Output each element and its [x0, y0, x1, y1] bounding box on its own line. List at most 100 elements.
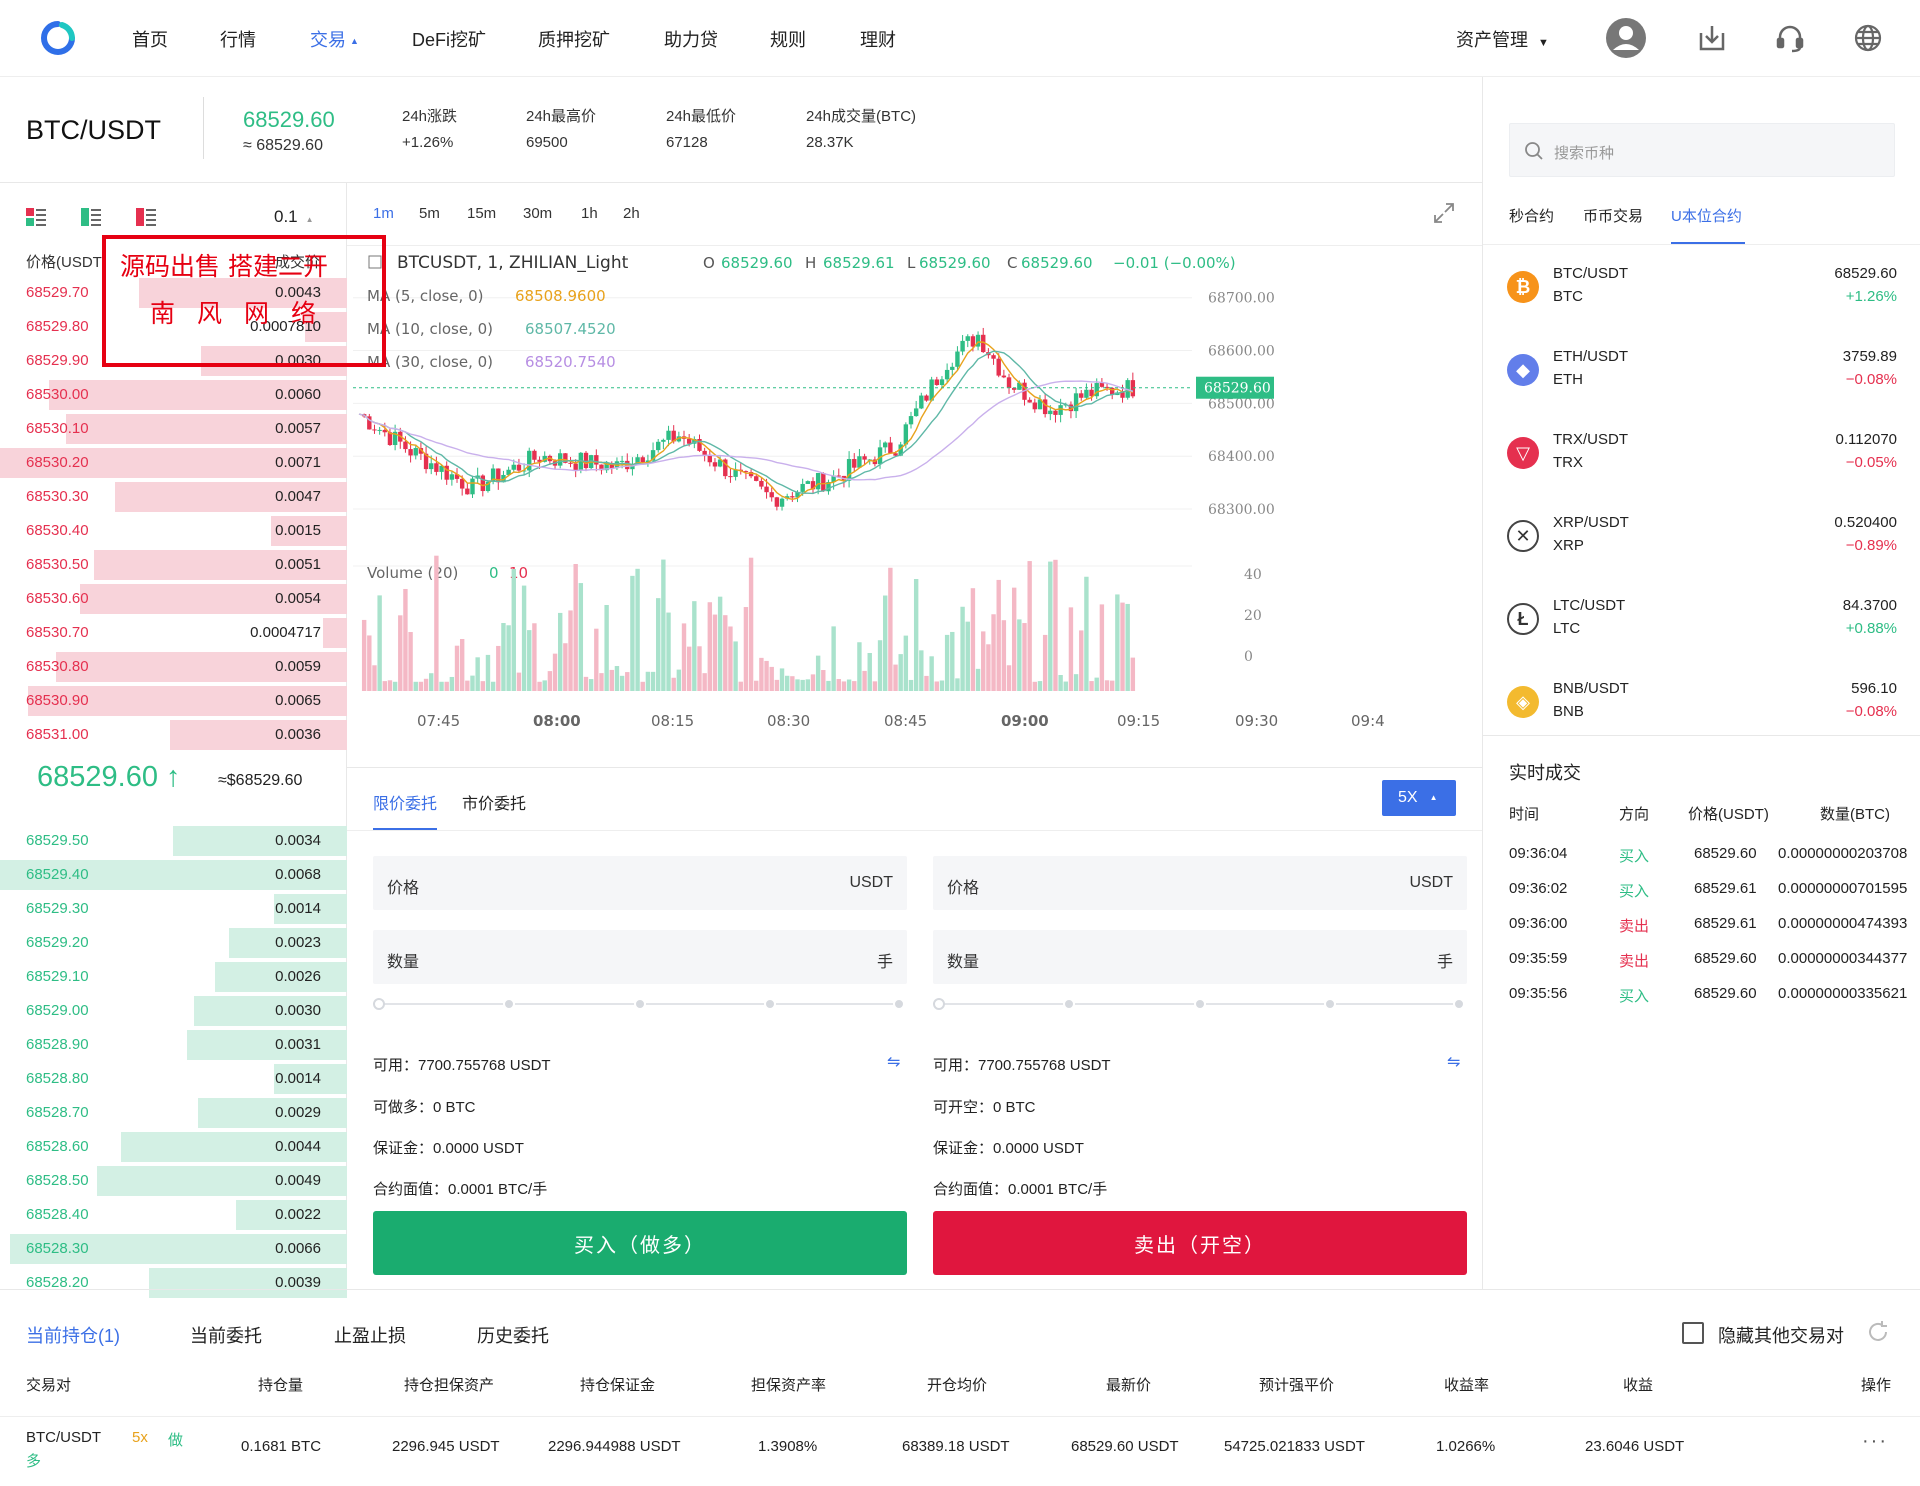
- download-icon[interactable]: [1692, 18, 1732, 58]
- book-asks-icon[interactable]: [136, 207, 156, 232]
- pair-title[interactable]: BTC/USDT: [26, 115, 161, 146]
- book-bids-icon[interactable]: [81, 207, 101, 232]
- bid-row[interactable]: 68529.40 0.0068: [0, 857, 347, 891]
- candle-body: [955, 351, 960, 367]
- market-row[interactable]: Ł LTC/USDT LTC 84.3700 +0.88%: [1483, 577, 1920, 660]
- bid-row[interactable]: 68528.40 0.0022: [0, 1197, 347, 1231]
- ask-row[interactable]: 68530.00 0.0060: [0, 377, 347, 411]
- ask-row[interactable]: 68530.10 0.0057: [0, 411, 347, 445]
- candle-body: [594, 455, 599, 465]
- bid-row[interactable]: 68528.70 0.0029: [0, 1095, 347, 1129]
- tab-usdt-futures[interactable]: U本位合约: [1671, 205, 1742, 226]
- more-actions-icon[interactable]: ···: [1862, 1430, 1888, 1453]
- ask-row[interactable]: 68530.90 0.0065: [0, 683, 347, 717]
- market-row[interactable]: ◈ BNB/USDT BNB 596.10 −0.08%: [1483, 660, 1920, 735]
- bid-row[interactable]: 68528.80 0.0014: [0, 1061, 347, 1095]
- market-row[interactable]: ₿ BTC/USDT BTC 68529.60 +1.26%: [1483, 245, 1920, 328]
- ask-row[interactable]: 68530.50 0.0051: [0, 547, 347, 581]
- slider-step[interactable]: [1063, 998, 1075, 1010]
- field-label: 价格: [947, 880, 980, 897]
- timeframe-1m[interactable]: 1m: [373, 205, 394, 222]
- transfer-icon[interactable]: ⇋: [887, 1052, 900, 1072]
- globe-icon[interactable]: [1848, 18, 1888, 58]
- buy-amount-slider[interactable]: [373, 997, 905, 1011]
- bid-row[interactable]: 68528.50 0.0049: [0, 1163, 347, 1197]
- volume-bar: [888, 567, 893, 691]
- bid-row[interactable]: 68529.20 0.0023: [0, 925, 347, 959]
- nav-defi[interactable]: DeFi挖矿: [412, 26, 486, 52]
- bid-row[interactable]: 68528.60 0.0044: [0, 1129, 347, 1163]
- tab-positions[interactable]: 当前持仓(1): [26, 1322, 120, 1348]
- nav-market[interactable]: 行情: [220, 26, 256, 52]
- buy-price-input[interactable]: 价格 USDT: [373, 856, 907, 910]
- bid-row[interactable]: 68529.30 0.0014: [0, 891, 347, 925]
- tab-open-orders[interactable]: 当前委托: [190, 1322, 262, 1348]
- market-search-input[interactable]: 搜索币种: [1509, 123, 1895, 177]
- slider-step[interactable]: [764, 998, 776, 1010]
- asset-menu[interactable]: 资产管理 ▼: [1456, 26, 1549, 52]
- timeframe-2h[interactable]: 2h: [623, 205, 640, 222]
- hide-pairs-checkbox[interactable]: [1682, 1322, 1704, 1344]
- transfer-icon[interactable]: ⇋: [1447, 1052, 1460, 1072]
- sell-price-input[interactable]: 价格 USDT: [933, 856, 1467, 910]
- bid-row[interactable]: 68529.00 0.0030: [0, 993, 347, 1027]
- slider-step[interactable]: [1324, 998, 1336, 1010]
- bid-row[interactable]: 68528.30 0.0066: [0, 1231, 347, 1265]
- nav-finance[interactable]: 理财: [860, 26, 896, 52]
- refresh-icon[interactable]: [1866, 1320, 1890, 1349]
- nav-loan[interactable]: 助力贷: [664, 26, 718, 52]
- nav-trade[interactable]: 交易 ▲: [310, 26, 359, 52]
- headset-icon[interactable]: [1770, 18, 1810, 58]
- tab-limit[interactable]: 限价委托: [373, 790, 437, 814]
- ask-row[interactable]: 68530.80 0.0059: [0, 649, 347, 683]
- fullscreen-icon[interactable]: [1432, 201, 1456, 230]
- book-both-icon[interactable]: [26, 207, 46, 232]
- sell-amount-slider[interactable]: [933, 997, 1465, 1011]
- slider-step[interactable]: [1194, 998, 1206, 1010]
- market-row[interactable]: ✕ XRP/USDT XRP 0.520400 −0.89%: [1483, 494, 1920, 577]
- position-roe: 1.0266%: [1436, 1438, 1496, 1455]
- timeframe-1h[interactable]: 1h: [581, 205, 598, 222]
- candlestick-chart[interactable]: 68700.00 68600.00 68500.00 68400.00 68300.00…: [347, 246, 1482, 766]
- tab-second-contract[interactable]: 秒合约: [1509, 205, 1554, 226]
- ask-row[interactable]: 68530.40 0.0015: [0, 513, 347, 547]
- leverage-select[interactable]: 5X ▲: [1382, 780, 1456, 816]
- sell-short-button[interactable]: 卖出（开空）: [933, 1211, 1467, 1275]
- tab-market[interactable]: 市价委托: [462, 790, 526, 814]
- sell-qty-input[interactable]: 数量 手: [933, 930, 1467, 984]
- slider-step[interactable]: [634, 998, 646, 1010]
- slider-step[interactable]: [1453, 998, 1465, 1010]
- slider-step[interactable]: [893, 998, 905, 1010]
- nav-rules[interactable]: 规则: [770, 26, 806, 52]
- buy-qty-input[interactable]: 数量 手: [373, 930, 907, 984]
- volume-bar: [903, 635, 909, 691]
- logo-icon[interactable]: [40, 20, 76, 56]
- slider-step[interactable]: [503, 998, 515, 1010]
- timeframe-30m[interactable]: 30m: [523, 205, 552, 222]
- nav-home[interactable]: 首页: [132, 26, 168, 52]
- bid-row[interactable]: 68529.50 0.0034: [0, 823, 347, 857]
- ask-row[interactable]: 68530.70 0.0004717: [0, 615, 347, 649]
- avatar[interactable]: [1606, 18, 1646, 58]
- slider-handle[interactable]: [933, 998, 945, 1010]
- volume-bar: [511, 568, 516, 691]
- timeframe-5m[interactable]: 5m: [419, 205, 440, 222]
- bid-row[interactable]: 68528.90 0.0031: [0, 1027, 347, 1061]
- ask-row[interactable]: 68531.00 0.0036: [0, 717, 347, 751]
- slider-handle[interactable]: [373, 998, 385, 1010]
- tab-spot[interactable]: 币币交易: [1583, 205, 1643, 226]
- volume-bar: [913, 579, 919, 691]
- precision-select[interactable]: 0.1 ▲: [274, 207, 314, 227]
- tab-tp-sl[interactable]: 止盈止损: [334, 1322, 406, 1348]
- ask-row[interactable]: 68530.30 0.0047: [0, 479, 347, 513]
- buy-long-button[interactable]: 买入（做多）: [373, 1211, 907, 1275]
- market-row[interactable]: ▽ TRX/USDT TRX 0.112070 −0.05%: [1483, 411, 1920, 494]
- ask-row[interactable]: 68530.60 0.0054: [0, 581, 347, 615]
- nav-staking[interactable]: 质押挖矿: [538, 26, 610, 52]
- market-row[interactable]: ◆ ETH/USDT ETH 3759.89 −0.08%: [1483, 328, 1920, 411]
- timeframe-15m[interactable]: 15m: [467, 205, 496, 222]
- ask-row[interactable]: 68530.20 0.0071: [0, 445, 347, 479]
- tab-order-history[interactable]: 历史委托: [477, 1322, 549, 1348]
- bid-row[interactable]: 68529.10 0.0026: [0, 959, 347, 993]
- row-price: 68529.70: [26, 284, 89, 301]
